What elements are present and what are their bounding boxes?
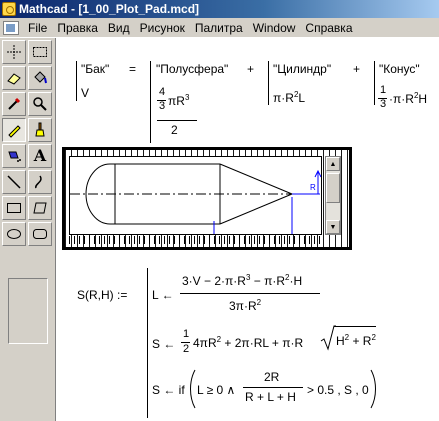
line2-b: + 2π·RL + π·R [221, 336, 304, 350]
line3-cond: L ≥ 0 ∧ [197, 383, 236, 397]
hemi-den: 3 [159, 100, 166, 112]
selection-region-icon[interactable] [2, 40, 26, 64]
cyl-expr: π·R [273, 91, 294, 105]
hemi-exp: 3 [184, 93, 190, 102]
cone-bottom [219, 193, 293, 225]
pencil-icon[interactable] [2, 118, 26, 142]
line3-rest: > 0.5 , S , 0 [307, 383, 369, 397]
tool-grid: A [2, 40, 52, 246]
menu-window[interactable]: Window [248, 21, 301, 35]
line3-lhs: S ← if [152, 383, 185, 397]
curve-icon[interactable] [28, 170, 52, 194]
rectangle-icon[interactable] [2, 196, 26, 220]
cone-tail: H [418, 92, 428, 106]
scroll-up-button[interactable]: ▲ [326, 157, 340, 171]
mathcad-app-icon [2, 2, 16, 16]
bracket-col2 [150, 61, 151, 143]
label-volume: V [81, 86, 90, 100]
menu-view[interactable]: Вид [103, 21, 135, 35]
sqrt-sign [320, 325, 336, 351]
ellipse-icon[interactable] [2, 222, 26, 246]
label-tank: "Бак" [81, 62, 110, 76]
selection-rect-icon[interactable] [28, 40, 52, 64]
cone-top [219, 163, 293, 195]
radius-dim-label: R [310, 183, 316, 192]
color-swatch-area[interactable] [8, 278, 48, 344]
menu-bar: File Правка Вид Рисунок Палитра Window С… [0, 18, 439, 38]
line1-den-exp: 2 [256, 298, 262, 307]
rounded-rect-icon[interactable] [28, 222, 52, 246]
label-hemisphere: "Полусфера" [156, 62, 229, 76]
hemi-den2: 2 [171, 123, 178, 137]
line-icon[interactable] [2, 170, 26, 194]
line1-lhs: L ← [152, 288, 174, 302]
left-paren [190, 369, 196, 409]
eyedropper-icon[interactable] [2, 92, 26, 116]
line2-lhs: S ← [152, 337, 176, 351]
cone-den: 3 [380, 98, 387, 110]
line1-den: 3π·R [229, 299, 257, 313]
line3-num: 2R [264, 370, 280, 384]
plot-region[interactable]: R ▲ ▼ [62, 147, 352, 250]
menu-help[interactable]: Справка [300, 21, 357, 35]
sqrt-overline [334, 326, 376, 327]
line2-num: 1 [183, 328, 190, 340]
hemi-expr: πR [168, 94, 185, 108]
line1-num-b: − π·R [250, 274, 286, 288]
equals-sign: = [129, 62, 137, 76]
menu-file[interactable]: File [23, 21, 52, 35]
polygon-icon[interactable] [28, 196, 52, 220]
brush-icon[interactable] [28, 118, 52, 142]
eraser-icon[interactable] [2, 66, 26, 90]
tank-shape-svg: R [70, 163, 322, 234]
tank-drawing[interactable]: R [69, 156, 322, 235]
bracket-col1 [76, 61, 77, 101]
label-cylinder: "Цилиндр" [273, 62, 332, 76]
worksheet[interactable]: "Бак" V = "Полусфера" 4 3 πR3 2 + "Цилин… [57, 38, 439, 421]
hemi-num: 4 [159, 86, 166, 98]
label-cone: "Конус" [379, 62, 420, 76]
plot-vertical-scrollbar[interactable]: ▲ ▼ [325, 156, 341, 235]
plus-sign-1: + [247, 62, 255, 76]
plot-bottom-ruler [69, 236, 322, 244]
paint-palette: A [0, 38, 56, 421]
menu-picture[interactable]: Рисунок [135, 21, 190, 35]
menu-edit[interactable]: Правка [52, 21, 103, 35]
line1-frac-line [180, 293, 320, 294]
right-paren [370, 369, 376, 409]
hemi-main-frac-line [157, 120, 197, 121]
window-title: Mathcad - [1_00_Plot_Pad.mcd] [19, 2, 200, 16]
function-lhs: S(R,H) := [77, 288, 128, 302]
line1-num-c: ·H [289, 274, 303, 288]
document-icon[interactable] [3, 20, 19, 35]
text-icon[interactable]: A [28, 144, 52, 168]
bracket-col4 [374, 61, 375, 105]
sqrt-b-exp: 2 [371, 333, 376, 342]
menu-palette[interactable]: Палитра [190, 21, 248, 35]
cone-num: 1 [380, 84, 387, 96]
program-bar [147, 268, 148, 418]
magnifier-icon[interactable] [28, 92, 52, 116]
line3-frac-line [243, 387, 303, 388]
line3-den: R + L + H [245, 390, 296, 404]
airbrush-icon[interactable] [2, 144, 26, 168]
scroll-thumb[interactable] [326, 173, 340, 203]
scroll-down-button[interactable]: ▼ [326, 220, 340, 234]
sqrt-a: H [336, 334, 345, 348]
sqrt-b: + R [349, 334, 372, 348]
cyl-tail: L [298, 91, 306, 105]
bracket-col3 [268, 61, 269, 105]
plus-sign-2: + [353, 62, 361, 76]
line2-den: 2 [183, 343, 190, 355]
cone-expr: ·π·R [389, 92, 414, 106]
line2-a: 4πR [193, 336, 217, 350]
fill-bucket-icon[interactable] [28, 66, 52, 90]
line1-num-a: 3·V − 2·π·R [182, 274, 246, 288]
title-bar: Mathcad - [1_00_Plot_Pad.mcd] [0, 0, 439, 18]
